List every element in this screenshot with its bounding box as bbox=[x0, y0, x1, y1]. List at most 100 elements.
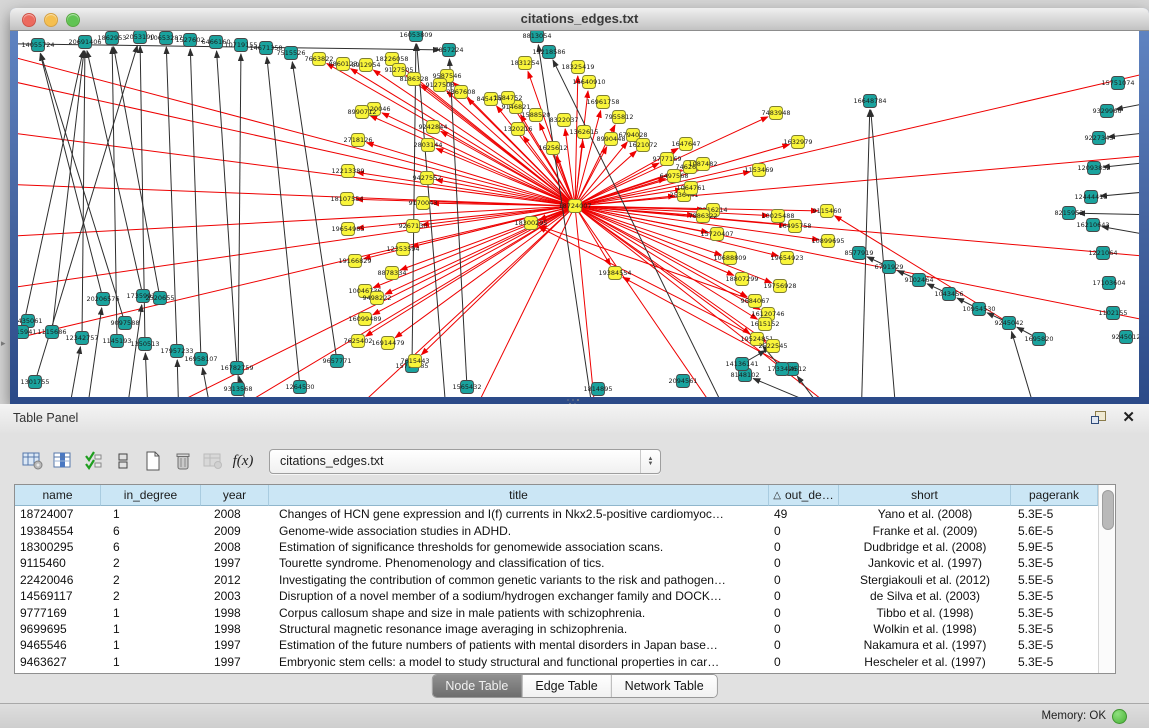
graph-node[interactable]: 7857224 bbox=[435, 44, 464, 57]
graph-node[interactable]: 17103604 bbox=[1092, 277, 1125, 290]
graph-node[interactable]: 9313568 bbox=[224, 383, 253, 396]
graph-node[interactable]: 9329966 bbox=[1093, 105, 1122, 118]
network-canvas[interactable]: 1405572420691406186295320531901065328715… bbox=[18, 31, 1139, 397]
graph-node[interactable]: 2520655 bbox=[146, 292, 175, 305]
graph-node[interactable]: 2522545 bbox=[759, 340, 788, 353]
graph-node[interactable]: 15720407 bbox=[700, 228, 733, 241]
table-row[interactable]: 1456911722003Disruption of a novel membe… bbox=[15, 588, 1098, 604]
tab-network-table[interactable]: Network Table bbox=[611, 675, 717, 697]
graph-node[interactable]: 9657771 bbox=[323, 355, 352, 368]
graph-node[interactable]: 10899695 bbox=[811, 235, 844, 248]
network-canvas-svg[interactable]: 1405572420691406186295320531901065328715… bbox=[18, 31, 1139, 397]
network-window-titlebar[interactable]: citations_edges.txt bbox=[10, 8, 1149, 31]
function-builder-button[interactable]: f(x) bbox=[228, 447, 258, 475]
column-header-in_degree[interactable]: in_degree bbox=[101, 485, 201, 506]
graph-node[interactable]: 1153469 bbox=[745, 164, 774, 177]
table-row[interactable]: 946554611997Estimation of the future num… bbox=[15, 637, 1098, 653]
panel-collapse-arrow[interactable]: ▸ bbox=[1, 338, 6, 349]
graph-node[interactable]: 1695820 bbox=[1025, 333, 1054, 346]
row-height-button[interactable] bbox=[108, 447, 138, 475]
graph-node[interactable]: 12342757 bbox=[65, 332, 98, 345]
column-header-title[interactable]: title bbox=[269, 485, 769, 506]
graph-node[interactable]: 18807299 bbox=[725, 273, 758, 286]
graph-node[interactable]: 7625402 bbox=[344, 335, 373, 348]
graph-node[interactable]: 1632979 bbox=[784, 136, 813, 149]
graph-node[interactable]: 16099489 bbox=[348, 313, 381, 326]
graph-node[interactable]: 9684067 bbox=[741, 295, 770, 308]
table-row[interactable]: 911546021997Tourette syndrome. Phenomeno… bbox=[15, 555, 1098, 571]
graph-node[interactable]: 1621072 bbox=[629, 139, 658, 152]
graph-node[interactable]: 8322037 bbox=[550, 114, 579, 127]
graph-node[interactable]: 20206576 bbox=[86, 293, 119, 306]
graph-node[interactable]: 19756928 bbox=[763, 280, 796, 293]
graph-node[interactable]: 9227343 bbox=[1085, 132, 1114, 145]
graph-node[interactable]: 15751074 bbox=[1101, 77, 1134, 90]
graph-node[interactable]: 9242844 bbox=[419, 121, 448, 134]
graph-node[interactable]: 10688809 bbox=[713, 252, 746, 265]
graph-node[interactable]: 1647647 bbox=[672, 138, 701, 151]
graph-node[interactable]: 19218586 bbox=[532, 46, 565, 59]
table-scrollbar[interactable] bbox=[1098, 485, 1115, 673]
graph-node[interactable]: 18325419 bbox=[561, 61, 594, 74]
graph-node[interactable]: 12353594 bbox=[386, 243, 419, 256]
graph-node[interactable]: 1527602 bbox=[176, 34, 205, 47]
graph-node[interactable]: 19384554 bbox=[598, 267, 631, 280]
table-row[interactable]: 1938455462009Genome-wide association stu… bbox=[15, 522, 1098, 538]
float-window-icon[interactable] bbox=[1091, 411, 1107, 425]
graph-node[interactable]: 1115686 bbox=[38, 326, 67, 339]
graph-node[interactable]: 16210643 bbox=[1076, 219, 1109, 232]
graph-node[interactable]: 19654985 bbox=[331, 223, 364, 236]
graph-node[interactable]: 9245012 bbox=[1112, 331, 1139, 344]
graph-node[interactable]: 16495758 bbox=[778, 220, 811, 233]
graph-node[interactable]: 16782759 bbox=[220, 362, 253, 375]
table-row[interactable]: 2242004622012Investigating the contribut… bbox=[15, 572, 1098, 588]
tab-node-table[interactable]: Node Table bbox=[432, 675, 521, 697]
graph-node[interactable]: 1102155 bbox=[1099, 307, 1128, 320]
tab-edge-table[interactable]: Edge Table bbox=[521, 675, 610, 697]
table-scrollbar-thumb[interactable] bbox=[1102, 490, 1114, 530]
graph-node[interactable]: 12213389 bbox=[331, 165, 364, 178]
delete-column-button[interactable] bbox=[168, 447, 198, 475]
column-header-out_de[interactable]: △out_de… bbox=[769, 485, 839, 506]
graph-node[interactable]: 1301755 bbox=[21, 376, 50, 389]
memory-ok-icon[interactable] bbox=[1112, 709, 1127, 724]
select-all-button[interactable] bbox=[78, 447, 108, 475]
column-header-pagerank[interactable]: pagerank bbox=[1011, 485, 1098, 506]
table-row[interactable]: 1872400712008Changes of HCN gene express… bbox=[15, 506, 1098, 522]
graph-node[interactable]: 8215953 bbox=[1055, 207, 1084, 220]
column-header-short[interactable]: short bbox=[839, 485, 1011, 506]
create-column-button[interactable] bbox=[138, 447, 168, 475]
graph-node[interactable]: 14136141 bbox=[725, 358, 758, 371]
graph-node[interactable]: 2367608 bbox=[447, 86, 476, 99]
graph-node[interactable]: 8813054 bbox=[523, 31, 552, 43]
table-row[interactable]: 946362711997Embryonic stem cells: a mode… bbox=[15, 654, 1098, 670]
graph-node[interactable]: 1264530 bbox=[286, 381, 315, 394]
graph-node[interactable]: 12093832 bbox=[1077, 162, 1110, 175]
table-row[interactable]: 969969511998Structural magnetic resonanc… bbox=[15, 621, 1098, 637]
graph-node[interactable]: 3915941 bbox=[18, 326, 36, 339]
graph-node[interactable]: 9427552 bbox=[413, 172, 442, 185]
graph-node[interactable]: 16648784 bbox=[853, 95, 886, 108]
graph-node[interactable]: 1350513 bbox=[131, 338, 160, 351]
graph-node[interactable]: 9097588 bbox=[111, 317, 140, 330]
graph-node[interactable]: 1565432 bbox=[453, 381, 482, 394]
delete-table-button[interactable] bbox=[198, 447, 228, 475]
graph-node[interactable]: 19166829 bbox=[338, 255, 371, 268]
graph-node[interactable]: 16053809 bbox=[399, 31, 432, 42]
graph-node[interactable]: 1814895 bbox=[584, 383, 613, 396]
graph-node[interactable]: 18107554 bbox=[330, 193, 363, 206]
graph-node[interactable]: 9170043 bbox=[409, 197, 438, 210]
graph-node[interactable]: 1588520 bbox=[522, 109, 551, 122]
graph-node[interactable]: 16958107 bbox=[184, 353, 217, 366]
graph-node[interactable]: 1320216 bbox=[504, 123, 533, 136]
column-header-name[interactable]: name bbox=[15, 485, 101, 506]
graph-node[interactable]: 12444415 bbox=[1074, 191, 1107, 204]
graph-node[interactable]: 1221064 bbox=[1089, 247, 1118, 260]
graph-node[interactable]: 7955812 bbox=[605, 111, 634, 124]
graph-node[interactable]: 9115460 bbox=[813, 205, 842, 218]
graph-node[interactable]: 10954530 bbox=[962, 303, 995, 316]
graph-node[interactable]: 8186328 bbox=[400, 73, 429, 86]
table-row[interactable]: 977716911998Corpus callosum shape and si… bbox=[15, 604, 1098, 620]
graph-node[interactable]: 1615152 bbox=[751, 318, 780, 331]
close-icon[interactable]: ✕ bbox=[1122, 408, 1135, 428]
